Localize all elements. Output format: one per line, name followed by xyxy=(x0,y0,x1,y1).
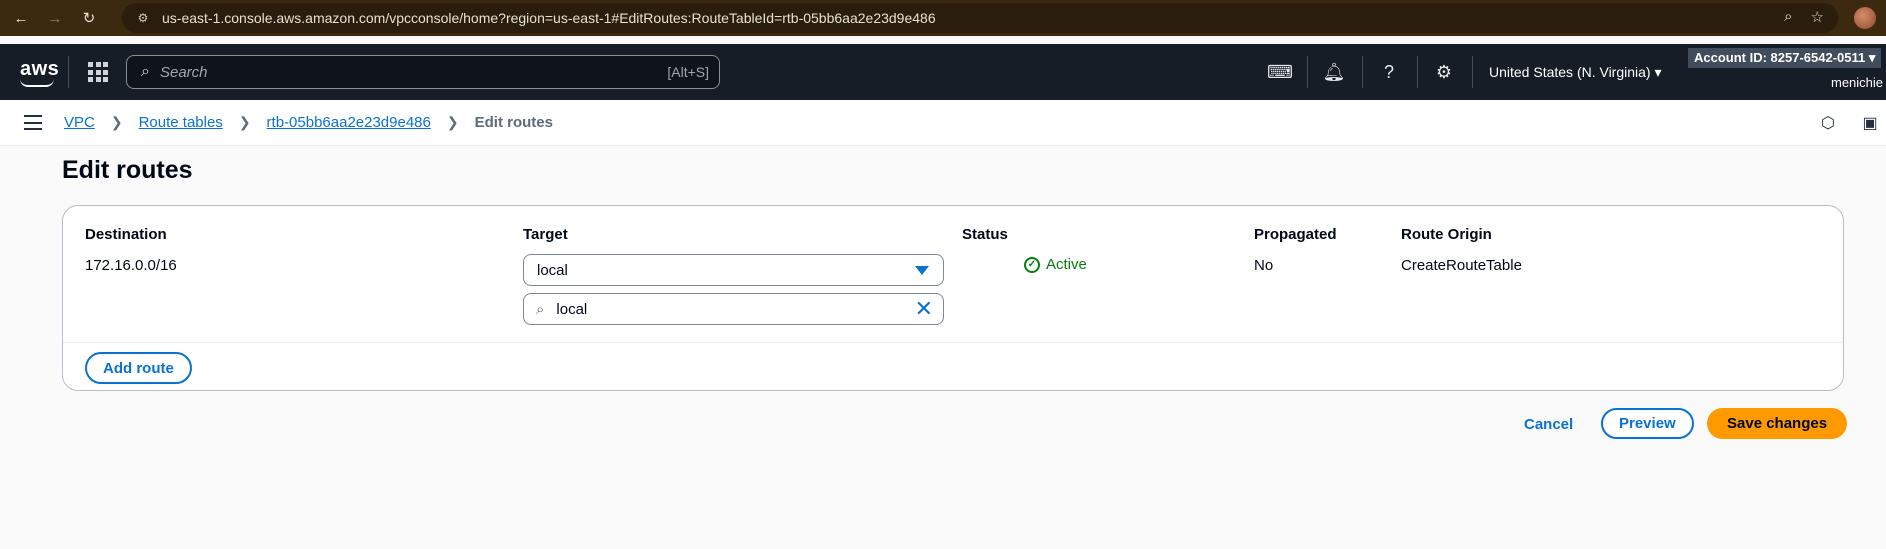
services-menu-icon[interactable] xyxy=(88,62,108,82)
page-title: Edit routes xyxy=(62,156,193,184)
status-indicator: ✓ Active xyxy=(1024,256,1087,273)
search-icon: ⌕ xyxy=(141,63,150,80)
search-input[interactable] xyxy=(159,63,640,81)
settings-gear-icon[interactable]: ⚙ xyxy=(1432,60,1456,84)
route-destination: 172.16.0.0/16 xyxy=(85,257,177,274)
breadcrumb-route-table-id[interactable]: rtb-05bb6aa2e23d9e486 xyxy=(267,114,431,131)
breadcrumb: VPC ❯ Route tables ❯ rtb-05bb6aa2e23d9e4… xyxy=(64,114,553,131)
nav-divider xyxy=(1417,56,1418,88)
chevron-right-icon: ❯ xyxy=(110,114,123,130)
address-bar[interactable]: ⚙ us-east-1.console.aws.amazon.com/vpcco… xyxy=(122,3,1838,33)
target-select-value: local xyxy=(537,261,568,279)
cloudshell-icon[interactable]: ⌨ xyxy=(1267,60,1293,84)
panel-divider xyxy=(63,342,1843,343)
header-route-origin: Route Origin xyxy=(1401,226,1492,243)
routes-editor-panel: Destination Target Status Propagated Rou… xyxy=(62,205,1844,391)
back-icon[interactable]: ← xyxy=(8,5,34,31)
search-shortcut-hint: [Alt+S] xyxy=(667,64,709,80)
nav-divider xyxy=(1472,56,1473,88)
header-destination: Destination xyxy=(85,226,167,243)
account-id-menu[interactable]: Account ID: 8257-6542-0511 ▾ xyxy=(1688,48,1882,68)
forward-icon[interactable]: → xyxy=(42,5,68,31)
chevron-right-icon: ❯ xyxy=(446,114,459,130)
profile-avatar[interactable] xyxy=(1854,7,1876,29)
status-text: Active xyxy=(1046,256,1087,273)
hamburger-menu-icon[interactable] xyxy=(24,115,42,130)
route-origin: CreateRouteTable xyxy=(1401,257,1522,274)
header-status: Status xyxy=(962,226,1008,243)
cancel-button[interactable]: Cancel xyxy=(1524,416,1573,433)
help-icon[interactable]: ? xyxy=(1377,60,1401,84)
url-text[interactable]: us-east-1.console.aws.amazon.com/vpccons… xyxy=(162,10,936,26)
console-top-nav: aws ⌕ [Alt+S] ⌨ 🔔︎ ? ⚙ United States (N.… xyxy=(0,44,1886,100)
username[interactable]: menichie xyxy=(1831,75,1883,90)
breadcrumb-bar: VPC ❯ Route tables ❯ rtb-05bb6aa2e23d9e4… xyxy=(0,100,1886,146)
aws-logo-text: aws xyxy=(20,58,60,80)
chevron-right-icon: ❯ xyxy=(238,114,251,130)
browser-toolbar: ← → ↻ ⚙ us-east-1.console.aws.amazon.com… xyxy=(0,0,1886,36)
header-target: Target xyxy=(523,226,568,243)
route-propagated: No xyxy=(1254,257,1274,274)
add-route-button[interactable]: Add route xyxy=(85,352,192,384)
nav-divider xyxy=(1307,56,1308,88)
search-box[interactable]: ⌕ [Alt+S] xyxy=(126,55,720,89)
clear-icon[interactable]: ✕ xyxy=(915,298,933,320)
header-propagated: Propagated xyxy=(1254,226,1337,243)
preview-button[interactable]: Preview xyxy=(1601,408,1694,439)
bookmark-star-icon[interactable]: ☆ xyxy=(1811,8,1824,26)
target-filter[interactable]: ⌕ ✕ xyxy=(523,293,944,325)
site-settings-icon[interactable]: ⚙ xyxy=(134,9,152,27)
breadcrumb-route-tables[interactable]: Route tables xyxy=(139,114,223,131)
notifications-bell-icon[interactable]: 🔔︎ xyxy=(1322,60,1346,84)
zoom-icon[interactable]: ⌕ xyxy=(1784,8,1792,26)
split-panel-icon[interactable]: ▣ xyxy=(1860,113,1880,133)
target-select[interactable]: local xyxy=(523,254,944,286)
search-icon: ⌕ xyxy=(536,300,545,318)
caret-down-icon xyxy=(915,266,929,275)
nav-divider xyxy=(1362,56,1363,88)
reload-icon[interactable]: ↻ xyxy=(76,5,102,31)
check-circle-icon: ✓ xyxy=(1024,256,1040,273)
aws-logo[interactable]: aws xyxy=(20,58,60,87)
feedback-hexagon-icon[interactable]: ⬡ xyxy=(1818,113,1838,133)
aws-smile-icon xyxy=(20,79,54,87)
save-changes-button[interactable]: Save changes xyxy=(1707,408,1848,439)
breadcrumb-vpc[interactable]: VPC xyxy=(64,114,95,131)
breadcrumb-current: Edit routes xyxy=(474,114,553,131)
nav-divider xyxy=(68,56,69,88)
region-selector[interactable]: United States (N. Virginia) ▾ xyxy=(1489,64,1662,81)
target-filter-input[interactable] xyxy=(556,300,887,318)
